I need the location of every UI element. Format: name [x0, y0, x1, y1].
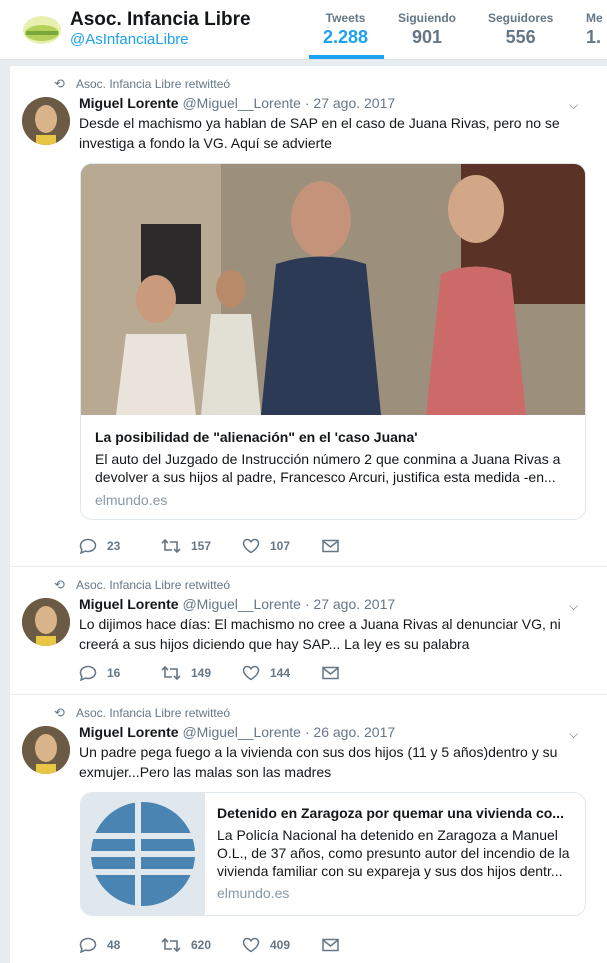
author-avatar[interactable] [22, 97, 70, 145]
chevron-down-icon[interactable]: ⌵ [569, 98, 578, 113]
stat-followers[interactable]: Seguidores 556 [488, 11, 553, 48]
active-tab-indicator [309, 55, 384, 59]
author-name[interactable]: Miguel Lorente [79, 596, 179, 612]
reply-button[interactable]: 23 [79, 538, 121, 555]
card-title: Detenido en Zaragoza por quemar una vivi… [217, 805, 564, 821]
retweet-icon [161, 937, 181, 953]
stat-likes-label: Me [586, 11, 603, 25]
card-image [81, 164, 585, 415]
author-name[interactable]: Miguel Lorente [79, 95, 179, 111]
retweet-icon: ⟲ [54, 577, 65, 592]
heart-icon [242, 538, 260, 554]
tweet-date[interactable]: · 26 ago. 2017 [305, 724, 395, 740]
tweet[interactable]: ⟲ Asoc. Infancia Libre retwitteó Miguel L… [10, 66, 607, 567]
envelope-icon [322, 938, 339, 952]
stat-followers-value: 556 [505, 27, 536, 47]
message-button[interactable] [322, 538, 349, 553]
like-count: 144 [270, 666, 291, 680]
reply-button[interactable]: 48 [79, 937, 121, 954]
reply-button[interactable]: 16 [79, 665, 121, 682]
envelope-icon [322, 666, 339, 680]
retweet-icon: ⟲ [54, 76, 65, 91]
retweet-icon [161, 538, 181, 554]
stat-following[interactable]: Siguiendo 901 [398, 11, 456, 48]
retweet-count: 620 [191, 938, 212, 952]
reply-count: 23 [107, 539, 121, 553]
card-domain: elmundo.es [217, 885, 290, 901]
profile-name: Asoc. Infancia Libre [70, 9, 251, 30]
tweet-text: Un padre pega fuego a la vivienda con su… [79, 744, 558, 780]
tweet-text: Desde el machismo ya hablan de SAP en el… [79, 115, 560, 151]
envelope-icon [322, 539, 339, 553]
profile-handle[interactable]: @AsInfanciaLibre [70, 31, 189, 48]
tweet-text: Lo dijimos hace días: El machismo no cre… [79, 616, 561, 652]
tweet-header: Miguel Lorente @Miguel__Lorente · 27 ago… [79, 596, 395, 612]
author-name[interactable]: Miguel Lorente [79, 724, 179, 740]
card-description: El auto del Juzgado de Instrucción númer… [95, 451, 561, 485]
author-handle[interactable]: @Miguel__Lorente [182, 724, 301, 740]
retweet-text: Asoc. Infancia Libre retwitteó [76, 77, 231, 91]
tweet-date[interactable]: · 27 ago. 2017 [305, 95, 395, 111]
retweet-text: Asoc. Infancia Libre retwitteó [76, 706, 231, 720]
retweet-context: ⟲ Asoc. Infancia Libre retwitteó [54, 705, 230, 721]
like-button[interactable]: 409 [242, 937, 290, 953]
stat-tweets-label: Tweets [325, 11, 366, 25]
card-title: La posibilidad de "alienación" en el 'ca… [95, 429, 418, 445]
card-thumbnail [81, 793, 205, 915]
tweet-header: Miguel Lorente @Miguel__Lorente · 27 ago… [79, 95, 395, 111]
author-avatar[interactable] [22, 726, 70, 774]
like-button[interactable]: 107 [242, 538, 290, 554]
tweet[interactable]: ⟲ Asoc. Infancia Libre retwitteó Miguel L… [10, 695, 607, 963]
link-card[interactable]: Detenido en Zaragoza por quemar una vivi… [80, 792, 586, 916]
retweet-count: 157 [191, 539, 212, 553]
stat-tweets[interactable]: Tweets 2.288 [323, 11, 368, 48]
card-description: La Policía Nacional ha detenido en Zarag… [217, 827, 570, 879]
reply-icon [79, 665, 97, 682]
retweet-context: ⟲ Asoc. Infancia Libre retwitteó [54, 76, 230, 92]
retweet-icon [161, 665, 181, 681]
link-card[interactable]: La posibilidad de "alienación" en el 'ca… [80, 163, 586, 520]
like-count: 409 [270, 938, 291, 952]
message-button[interactable] [322, 665, 349, 680]
reply-count: 48 [107, 938, 121, 952]
chevron-down-icon[interactable]: ⌵ [569, 727, 578, 742]
profile-logo[interactable] [22, 13, 62, 47]
retweet-button[interactable]: 620 [161, 937, 211, 953]
profile-header: Asoc. Infancia Libre @AsInfanciaLibre Tw… [0, 0, 607, 60]
retweet-text: Asoc. Infancia Libre retwitteó [76, 578, 231, 592]
author-avatar[interactable] [22, 598, 70, 646]
heart-icon [242, 937, 260, 953]
card-domain: elmundo.es [95, 492, 168, 508]
reply-icon [79, 538, 97, 555]
retweet-icon: ⟲ [54, 705, 65, 720]
stat-likes[interactable]: Me 1. [586, 11, 603, 48]
tweet-date[interactable]: · 27 ago. 2017 [305, 596, 395, 612]
like-count: 107 [270, 539, 291, 553]
like-button[interactable]: 144 [242, 665, 290, 681]
retweet-context: ⟲ Asoc. Infancia Libre retwitteó [54, 577, 230, 593]
stat-following-value: 901 [411, 27, 443, 47]
retweet-button[interactable]: 149 [161, 665, 211, 681]
stat-following-label: Siguiendo [398, 11, 456, 25]
retweet-count: 149 [191, 666, 212, 680]
tweet-header: Miguel Lorente @Miguel__Lorente · 26 ago… [79, 724, 395, 740]
stat-likes-value: 1. [586, 27, 602, 47]
author-handle[interactable]: @Miguel__Lorente [182, 95, 301, 111]
reply-count: 16 [107, 666, 121, 680]
tweet[interactable]: ⟲ Asoc. Infancia Libre retwitteó Miguel L… [10, 567, 607, 695]
message-button[interactable] [322, 937, 349, 952]
timeline: ⟲ Asoc. Infancia Libre retwitteó Miguel L… [10, 66, 607, 963]
reply-icon [79, 937, 97, 954]
stat-tweets-value: 2.288 [323, 27, 369, 47]
stat-followers-label: Seguidores [488, 11, 554, 25]
retweet-button[interactable]: 157 [161, 538, 211, 554]
heart-icon [242, 665, 260, 681]
chevron-down-icon[interactable]: ⌵ [569, 599, 578, 614]
author-handle[interactable]: @Miguel__Lorente [182, 596, 301, 612]
